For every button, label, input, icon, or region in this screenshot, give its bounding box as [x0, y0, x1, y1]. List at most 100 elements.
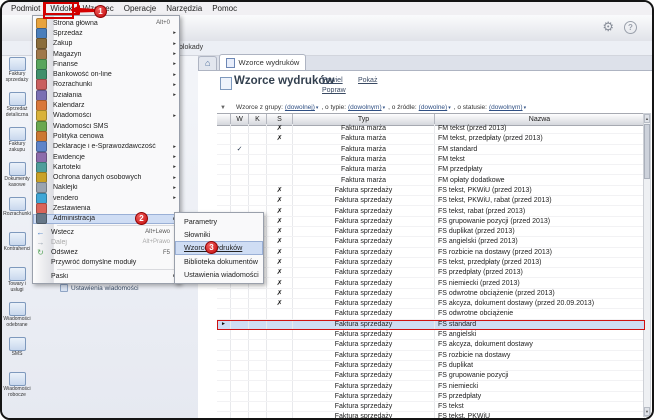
- table-row[interactable]: ✗Faktura sprzedażyFS odwrotne obciążenie…: [217, 289, 645, 299]
- cell-k: [249, 289, 267, 298]
- table-row[interactable]: Faktura sprzedażyFS odwrotne obciążenie: [217, 309, 645, 319]
- scroll-up-icon[interactable]: ▲: [644, 114, 650, 123]
- chevron-down-icon: ▾: [524, 105, 527, 111]
- menu-item-naklejki[interactable]: Naklejki▸: [33, 183, 179, 193]
- menubar-item-narzedzia[interactable]: Narzędzia: [161, 3, 207, 14]
- menu-item-ochrona-danych-osobowych[interactable]: Ochrona danych osobowych▸: [33, 172, 179, 182]
- menu-item-wstecz[interactable]: ←WsteczAlt+Lewo: [33, 227, 179, 237]
- menu-item-dzialania[interactable]: Działania▸: [33, 90, 179, 100]
- table-row[interactable]: ✗Faktura sprzedażyFS angielski (przed 20…: [217, 237, 645, 247]
- table-row[interactable]: ✗Faktura marżaFM tekst (przed 2013): [217, 124, 645, 134]
- sidebar-item-faktury-zakupu[interactable]: Faktury zakupu: [2, 125, 32, 160]
- menu-item-rozrachunki[interactable]: Rozrachunki▸: [33, 80, 179, 90]
- sidebar-item-kontrahenci[interactable]: Kontrahenci: [2, 230, 32, 265]
- table-row[interactable]: Faktura marżaFM tekst: [217, 155, 645, 165]
- x-mark-icon: ✗: [277, 208, 283, 215]
- filter-value-dropdown[interactable]: (dowolnej)▾: [285, 104, 319, 111]
- menubar-item-podmiot[interactable]: Podmiot: [6, 3, 45, 14]
- cell-s: ✗: [267, 278, 293, 287]
- menu-item-strona-glowna[interactable]: Strona głównaAlt+0: [33, 18, 179, 28]
- table-row[interactable]: ►Faktura sprzedażyFS standard: [217, 320, 645, 330]
- table-row[interactable]: ✗Faktura marżaFM tekst, przedpłaty (prze…: [217, 134, 645, 144]
- table-row[interactable]: Faktura sprzedażyFS angielski: [217, 330, 645, 340]
- submenu-item-biblioteka-dokumentow[interactable]: Biblioteka dokumentów: [175, 255, 263, 268]
- menu-item-kalendarz[interactable]: Kalendarz: [33, 100, 179, 110]
- menu-item-paski[interactable]: Paski▸: [33, 271, 179, 281]
- table-row[interactable]: ✗Faktura sprzedażyFS tekst, rabat (przed…: [217, 206, 645, 216]
- cell-k: [249, 165, 267, 174]
- sidebar-item-faktury-sprzedazy[interactable]: Faktury sprzedaży: [2, 55, 32, 90]
- filter-value-dropdown[interactable]: (dowolne)▾: [419, 104, 451, 111]
- table-row[interactable]: Faktura sprzedażyFS niemiecki: [217, 381, 645, 391]
- filter-value-dropdown[interactable]: (dowolnym)▾: [489, 104, 526, 111]
- menu-item-przywroc-domyslne-moduly[interactable]: Przywróć domyślne moduły: [33, 258, 179, 268]
- menu-item-sprzedaz[interactable]: Sprzedaż▸: [33, 28, 179, 38]
- sidebar-item-rozrachunki[interactable]: Rozrachunki: [2, 195, 32, 230]
- tab-home[interactable]: ⌂: [198, 56, 217, 70]
- table-row[interactable]: ✗Faktura sprzedażyFS przedpłaty (przed 2…: [217, 268, 645, 278]
- submenu-item-parametry[interactable]: Parametry: [175, 215, 263, 228]
- table-row[interactable]: Faktura sprzedażyFS akcyza, dokument dos…: [217, 340, 645, 350]
- menu-item-zestawienia[interactable]: Zestawienia: [33, 203, 179, 213]
- scrollbar-thumb[interactable]: [644, 124, 650, 179]
- menu-item-vendero[interactable]: vendero▸: [33, 193, 179, 203]
- filter-value-dropdown[interactable]: (dowolnym)▾: [348, 104, 385, 111]
- menu-item-zakup[interactable]: Zakup▸: [33, 39, 179, 49]
- menu-item-ewidencje[interactable]: Ewidencje▸: [33, 152, 179, 162]
- menu-item-dalej[interactable]: →DalejAlt+Prawo: [33, 237, 179, 247]
- sidebar-item-wiadomosci-robocze[interactable]: Wiadomości robocze: [2, 370, 32, 405]
- table-row[interactable]: Faktura sprzedażyFS tekst, PKWiU: [217, 412, 645, 418]
- menu-item-kartoteki[interactable]: Kartoteki▸: [33, 162, 179, 172]
- menu-item-wiadomosci[interactable]: Wiadomości▸: [33, 111, 179, 121]
- table-row[interactable]: Faktura sprzedażyFS rozbicie na dostawy: [217, 351, 645, 361]
- menubar-item-operacje[interactable]: Operacje: [119, 3, 161, 14]
- table-row[interactable]: ✗Faktura sprzedażyFS akcyza, dokument do…: [217, 299, 645, 309]
- shortcut-item-label[interactable]: blokady: [179, 44, 203, 51]
- sidebar-item-towary-i-uslugi[interactable]: Towary i usługi: [2, 265, 32, 300]
- menu-item-polityka-cenowa[interactable]: Polityka cenowa: [33, 131, 179, 141]
- table-row[interactable]: ✓Faktura marżaFM standard: [217, 145, 645, 155]
- tab-wzorce-wydrukow[interactable]: Wzorce wydruków: [219, 54, 306, 70]
- menu-item-bankowosc-on-line[interactable]: Bankowość on-line▸: [33, 69, 179, 79]
- menu-item-odswiez[interactable]: ↻OdświeżF5: [33, 248, 179, 258]
- table-row[interactable]: Faktura sprzedażyFS tekst: [217, 402, 645, 412]
- sidebar-item-sms[interactable]: SMS: [2, 335, 32, 370]
- sms-icon: [9, 337, 26, 351]
- sidebar-item-sprzedaz-detaliczna[interactable]: Sprzedaż detaliczna: [2, 90, 32, 125]
- table-row[interactable]: Faktura marżaFM przedpłaty: [217, 165, 645, 175]
- table-row[interactable]: ✗Faktura sprzedażyFS duplikat (przed 201…: [217, 227, 645, 237]
- table-row[interactable]: Faktura sprzedażyFS duplikat: [217, 361, 645, 371]
- table-row[interactable]: ✗Faktura sprzedażyFS niemiecki (przed 20…: [217, 278, 645, 288]
- submenu-item-wzorce-wydrukow[interactable]: Wzorce wydruków: [175, 241, 263, 254]
- submenu-item-ustawienia-wiadomosci[interactable]: Ustawienia wiadomości: [175, 268, 263, 281]
- table-row[interactable]: ✗Faktura sprzedażyFS tekst, przedpłaty (…: [217, 258, 645, 268]
- vertical-scrollbar[interactable]: ▲ ▼: [643, 113, 651, 417]
- menu-item-deklaracje-i-e-sprawozdawczosc[interactable]: Deklaracje i e-Sprawozdawczość▸: [33, 142, 179, 152]
- pokaz-link[interactable]: Pokaż: [358, 77, 377, 84]
- menubar-item-pomoc[interactable]: Pomoc: [207, 3, 242, 14]
- table-row[interactable]: ✗Faktura sprzedażyFS grupowanie pozycji …: [217, 217, 645, 227]
- popraw-link[interactable]: Popraw: [322, 87, 346, 94]
- menu-item-administracja[interactable]: Administracja▸: [33, 214, 179, 224]
- table-row[interactable]: Faktura sprzedażyFS grupowanie pozycji: [217, 371, 645, 381]
- table-row[interactable]: ✗Faktura sprzedażyFS tekst, PKWiU (przed…: [217, 186, 645, 196]
- menu-item-finanse[interactable]: Finanse▸: [33, 59, 179, 69]
- sidebar-item-dokumenty-kasowe[interactable]: Dokumenty kasowe: [2, 160, 32, 195]
- powiel-link[interactable]: Powiel: [322, 77, 343, 84]
- table-row[interactable]: Faktura marżaFM opłaty dodatkowe: [217, 175, 645, 185]
- scroll-down-icon[interactable]: ▼: [644, 407, 650, 416]
- sidebar-item-wiadomosci-odebrane[interactable]: Wiadomości odebrane: [2, 300, 32, 335]
- table-row[interactable]: Faktura sprzedażyFS przedpłaty: [217, 392, 645, 402]
- cell-typ: Faktura marża: [293, 124, 435, 133]
- filter-funnel-icon[interactable]: ▼: [220, 105, 226, 111]
- submenu-item-slowniki[interactable]: Słowniki: [175, 228, 263, 241]
- help-icon[interactable]: ?: [624, 21, 637, 34]
- settings-gear-icon[interactable]: ⚙: [602, 20, 614, 33]
- table-row[interactable]: ✗Faktura sprzedażyFS tekst, PKWiU, rabat…: [217, 196, 645, 206]
- sidebar-item-ustawienia-wiadomosci[interactable]: Ustawienia wiadomości: [60, 284, 139, 292]
- table-row[interactable]: ✗Faktura sprzedażyFS rozbicie na dostawy…: [217, 248, 645, 258]
- menu-item-wiadomosci-sms[interactable]: Wiadomości SMS: [33, 121, 179, 131]
- cell-s: ✗: [267, 237, 293, 246]
- cell-nazwa: FS angielski (przed 2013): [435, 237, 645, 246]
- menu-item-magazyn[interactable]: Magazyn▸: [33, 49, 179, 59]
